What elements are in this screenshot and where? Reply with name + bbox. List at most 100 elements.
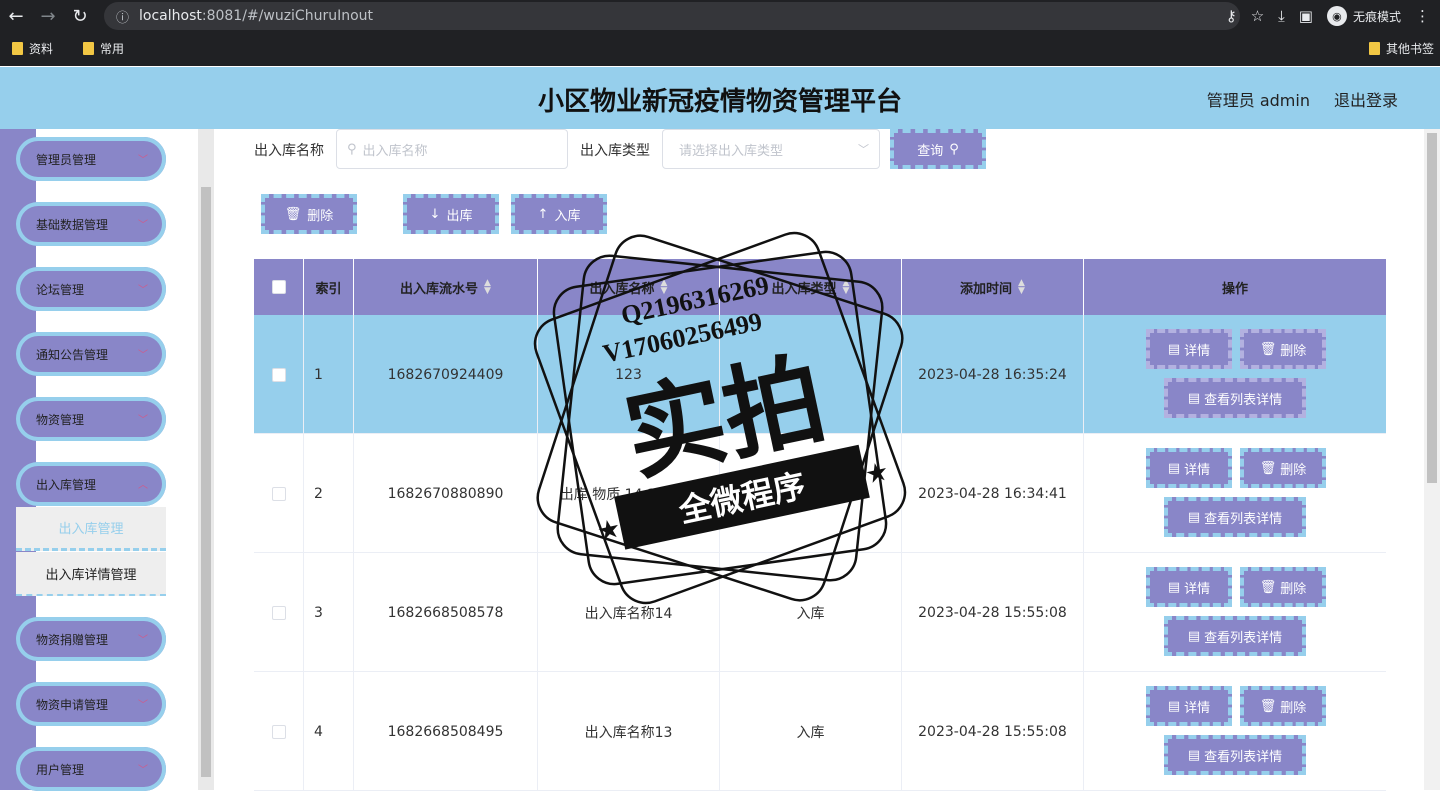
cell-index-text: 1 (314, 366, 323, 383)
header-label: 添加时间 (960, 281, 1013, 297)
cell-serial-text: 1682668508495 (387, 723, 504, 740)
header-time[interactable]: 添加时间 ▲ ▼ (902, 259, 1084, 315)
bookmark-other[interactable]: 其他书签 (1368, 40, 1434, 57)
sort-icon[interactable]: ▲ ▼ (1018, 279, 1025, 296)
sidebar-subitem-inout-detail[interactable]: 出入库详情管理 (16, 552, 166, 596)
sidebar-item-notice[interactable]: 通知公告管理 ﹀ (16, 332, 166, 376)
header-label: 操作 (1221, 281, 1248, 297)
batch-delete-button[interactable]: 🗑 删除 (261, 194, 357, 234)
logout-link[interactable]: 退出登录 (1334, 87, 1398, 111)
cell-index: 2 (304, 434, 354, 553)
incognito-icon: ◉ (1326, 6, 1347, 26)
star-icon[interactable]: ☆ (1251, 7, 1264, 25)
incognito-indicator[interactable]: ◉ 无痕模式 (1326, 6, 1401, 26)
menu-icon[interactable]: ⋮ (1415, 7, 1430, 25)
folder-icon (1368, 41, 1380, 55)
query-button[interactable]: 查询 ⚲ (890, 129, 986, 169)
sidebar-item-label: 管理员管理 (36, 152, 97, 167)
reload-icon[interactable]: ↻ (64, 0, 96, 32)
header-serial[interactable]: 出入库流水号 ▲ ▼ (354, 259, 538, 315)
sidebar-item-label: 物资管理 (36, 412, 85, 427)
sidebar-scrollbar[interactable] (198, 129, 214, 790)
sidebar-item-forum[interactable]: 论坛管理 ﹀ (16, 267, 166, 311)
row-checkbox[interactable] (271, 605, 286, 620)
chevron-down-icon: ﹀ (138, 285, 148, 296)
forward-icon[interactable]: → (32, 0, 64, 32)
sidebar-item-label: 论坛管理 (36, 282, 85, 297)
list-detail-button[interactable]: ▤ 查看列表详情 (1164, 497, 1306, 537)
trash-icon: 🗑 (1259, 460, 1277, 476)
sidebar-item-supplies[interactable]: 物资管理 ﹀ (16, 397, 166, 441)
header-label: 出入库类型 (771, 281, 837, 297)
chevron-down-icon: ﹀ (138, 635, 148, 646)
cell-index: 3 (304, 553, 354, 672)
download-icon[interactable]: ⤓ (1278, 7, 1285, 25)
select-all-checkbox[interactable] (271, 280, 286, 294)
row-checkbox-cell (254, 315, 304, 434)
outbound-label: 出库 (446, 208, 473, 224)
row-checkbox[interactable] (271, 724, 286, 739)
table-row[interactable]: 4 1682668508495 出入库名称13 入库 2023-04-28 15:55:… (254, 672, 1386, 791)
sidebar-item-admin[interactable]: 管理员管理 ﹀ (16, 137, 166, 181)
cell-serial-text: 1682670880890 (387, 485, 504, 502)
page-scrollbar[interactable] (1424, 129, 1440, 790)
sidebar-item-inout[interactable]: 出入库管理 ︿ (16, 462, 166, 506)
row-checkbox[interactable] (271, 367, 286, 382)
list-detail-button[interactable]: ▤ 查看列表详情 (1164, 735, 1306, 775)
search-name-input[interactable]: ⚲ 出入库名称 (336, 129, 568, 169)
detail-button[interactable]: ▤ 详情 (1146, 567, 1232, 607)
sidebar-item-application[interactable]: 物资申请管理 ﹀ (16, 682, 166, 726)
sort-icon[interactable]: ▲ ▼ (484, 279, 491, 296)
sidebar-item-users[interactable]: 用户管理 ﹀ (16, 747, 166, 791)
table-row[interactable]: 2 1682670880890 出库 物质 14 13 名称 2023-04-28 1… (254, 434, 1386, 553)
table-row[interactable]: 1 1682670924409 123 2023-04-28 16:35:24 ▤ 详情 🗑… (254, 315, 1386, 434)
detail-button[interactable]: ▤ 详情 (1146, 329, 1232, 369)
delete-button[interactable]: 🗑 删除 (1240, 686, 1326, 726)
app-header: 小区物业新冠疫情物资管理平台 管理员 admin 退出登录 (0, 67, 1440, 129)
list-detail-button-label: 查看列表详情 (1204, 630, 1283, 646)
address-bar[interactable]: ⓘ localhost:8081/#/wuziChuruInout (104, 2, 1240, 30)
sidebar-subitem-inout[interactable]: 出入库管理 (16, 507, 166, 551)
detail-button[interactable]: ▤ 详情 (1146, 686, 1232, 726)
arrow-up-icon: ↑ (537, 206, 549, 222)
bookmark-ziliao[interactable]: 资料 (12, 40, 53, 57)
url-host: localhost (139, 8, 202, 24)
cell-type (720, 434, 902, 553)
outbound-button[interactable]: ↓ 出库 (403, 194, 499, 234)
sidebar-item-label: 出入库管理 (36, 477, 97, 492)
trash-icon: 🗑 (1259, 579, 1277, 595)
list-detail-button[interactable]: ▤ 查看列表详情 (1164, 616, 1306, 656)
inbound-button[interactable]: ↑ 入库 (511, 194, 607, 234)
header-select-all (254, 259, 304, 315)
cell-type-text: 入库 (796, 605, 825, 622)
search-type-select[interactable]: 请选择出入库类型 ﹀ (662, 129, 880, 169)
sort-icon[interactable]: ▲ ▼ (843, 279, 850, 296)
list-detail-button[interactable]: ▤ 查看列表详情 (1164, 378, 1306, 418)
sidepanel-icon[interactable]: ▣ (1299, 7, 1313, 25)
delete-button[interactable]: 🗑 删除 (1240, 567, 1326, 607)
chevron-down-icon: ﹀ (138, 415, 148, 426)
delete-button[interactable]: 🗑 删除 (1240, 329, 1326, 369)
header-type[interactable]: 出入库类型 ▲ ▼ (720, 259, 902, 315)
main-content: 出入库名称 ⚲ 出入库名称 出入库类型 请选择出入库类型 ﹀ 查询 ⚲ 🗑 删除… (214, 129, 1424, 791)
detail-button[interactable]: ▤ 详情 (1146, 448, 1232, 488)
page-scroll-thumb[interactable] (1427, 133, 1437, 483)
bookmark-changyong[interactable]: 常用 (83, 40, 124, 57)
row-checkbox[interactable] (271, 486, 286, 501)
back-icon[interactable]: ← (0, 0, 32, 32)
header-name[interactable]: 出入库名称 ▲ ▼ (538, 259, 720, 315)
cell-time: 2023-04-28 16:35:24 (902, 315, 1084, 434)
key-icon[interactable]: ⚷ (1226, 7, 1237, 25)
document-icon: ▤ (1187, 509, 1201, 525)
document-icon: ▤ (1167, 698, 1181, 714)
sort-icon[interactable]: ▲ ▼ (661, 279, 668, 296)
sidebar-item-donation[interactable]: 物资捐赠管理 ﹀ (16, 617, 166, 661)
delete-button-label: 删除 (1280, 343, 1307, 359)
table-row[interactable]: 3 1682668508578 出入库名称14 入库 2023-04-28 15:55:… (254, 553, 1386, 672)
sidebar-item-basic-data[interactable]: 基础数据管理 ﹀ (16, 202, 166, 246)
delete-button-label: 删除 (1280, 581, 1307, 597)
sidebar-scroll-thumb[interactable] (201, 187, 211, 777)
delete-button[interactable]: 🗑 删除 (1240, 448, 1326, 488)
cell-name: 出入库名称14 (538, 553, 720, 672)
current-user: 管理员 admin (1206, 91, 1310, 110)
